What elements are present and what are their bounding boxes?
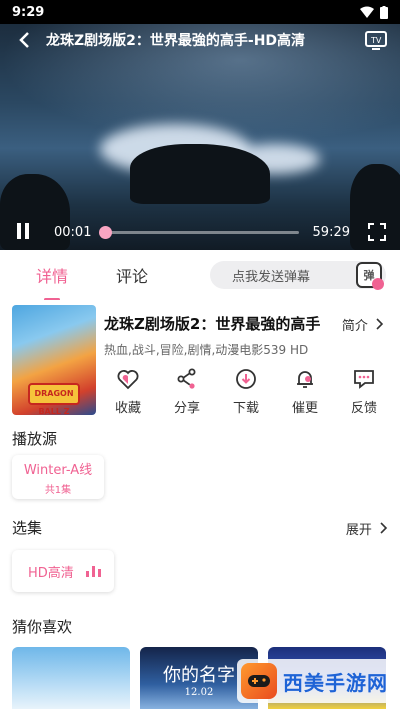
player-controls: 00:01 59:29 — [0, 214, 400, 250]
watermark-text: 西美手游网 — [283, 670, 388, 695]
feedback-button[interactable]: 反馈 — [340, 367, 388, 417]
movie-tags: 热血,战斗,冒险,剧情,动漫电影539 HD — [104, 343, 309, 357]
heart-icon — [117, 370, 139, 390]
expand-link[interactable]: 展开 — [346, 519, 388, 538]
favorite-button[interactable]: 收藏 — [104, 367, 152, 417]
download-button[interactable]: 下载 — [222, 367, 270, 417]
video-title: 龙珠Z剧场版2：世界最強的高手-HD高清 — [46, 33, 306, 49]
danmaku-input[interactable]: 点我发送弹幕 弹 — [210, 261, 386, 290]
tab-comments[interactable]: 评论 — [92, 263, 172, 287]
duration: 59:29 — [312, 224, 350, 240]
chevron-right-icon — [376, 318, 384, 330]
intro-label: 简介 — [341, 319, 368, 334]
episode-section-title: 选集 — [12, 519, 43, 537]
wifi-icon — [360, 6, 374, 18]
movie-poster[interactable]: DRAGON BALL Z — [12, 305, 96, 415]
chevron-right-icon — [380, 522, 388, 534]
pause-button[interactable] — [14, 223, 32, 241]
recommend-card[interactable] — [12, 647, 130, 709]
status-bar: 9:29 — [0, 0, 400, 24]
expand-label: 展开 — [345, 523, 372, 538]
source-episode-count: 共1集 — [44, 484, 72, 496]
current-time: 00:01 — [54, 224, 92, 240]
share-icon — [177, 368, 196, 389]
source-name: Winter-A线 — [23, 462, 93, 478]
details-content: DRAGON BALL Z 龙珠Z剧场版2：世界最強的高手 简介 热血,战斗,冒… — [0, 300, 400, 709]
chevron-left-icon — [19, 32, 29, 48]
feedback-icon — [354, 370, 374, 389]
battery-icon — [380, 5, 388, 19]
movie-title: 龙珠Z剧场版2：世界最強的高手 — [104, 315, 321, 333]
back-button[interactable] — [12, 28, 36, 52]
bell-icon — [297, 371, 313, 388]
tab-details[interactable]: 详情 — [12, 263, 92, 301]
download-label: 下载 — [232, 401, 259, 416]
poster-logo: DRAGON BALL Z — [28, 383, 80, 415]
video-player[interactable]: 龙珠Z剧场版2：世界最強的高手-HD高清 TV 00:01 59:29 — [0, 24, 400, 250]
seek-bar[interactable] — [99, 225, 299, 239]
download-icon — [236, 369, 256, 389]
danmaku-toggle-button[interactable]: 弹 — [356, 262, 384, 290]
gamepad-icon — [241, 663, 277, 699]
feedback-label: 反馈 — [350, 401, 377, 416]
watermark: 西美手游网 — [237, 659, 394, 703]
recommend-section-title: 猜你喜欢 — [12, 618, 73, 636]
movie-info: DRAGON BALL Z 龙珠Z剧场版2：世界最強的高手 简介 热血,战斗,冒… — [12, 305, 388, 417]
episode-chip[interactable]: HD高清 — [12, 550, 114, 592]
cast-tv-button[interactable]: TV — [364, 29, 388, 51]
action-bar: 收藏 分享 下载 催更 反馈 — [104, 367, 388, 417]
episode-label: HD高清 — [28, 565, 74, 581]
urge-update-label: 催更 — [291, 401, 318, 416]
favorite-label: 收藏 — [114, 401, 141, 416]
source-section-title: 播放源 — [12, 430, 58, 448]
share-label: 分享 — [173, 401, 200, 416]
source-card[interactable]: Winter-A线 共1集 — [12, 455, 104, 499]
seek-thumb[interactable] — [99, 225, 113, 239]
status-time: 9:29 — [12, 4, 45, 20]
player-top-bar: 龙珠Z剧场版2：世界最強的高手-HD高清 TV — [0, 24, 400, 56]
playing-indicator-icon — [85, 565, 101, 577]
danmaku-dot-icon — [372, 278, 384, 290]
fullscreen-icon[interactable] — [368, 223, 386, 241]
urge-update-button[interactable]: 催更 — [281, 367, 329, 417]
intro-link[interactable]: 简介 — [342, 315, 384, 334]
tabs-row: 详情 评论 点我发送弹幕 弹 — [0, 250, 400, 301]
rock — [130, 144, 270, 204]
danmaku-placeholder: 点我发送弹幕 — [232, 269, 311, 285]
share-button[interactable]: 分享 — [163, 367, 211, 417]
status-icons — [360, 5, 388, 19]
svg-text:TV: TV — [370, 36, 382, 45]
tv-icon: TV — [365, 31, 387, 50]
